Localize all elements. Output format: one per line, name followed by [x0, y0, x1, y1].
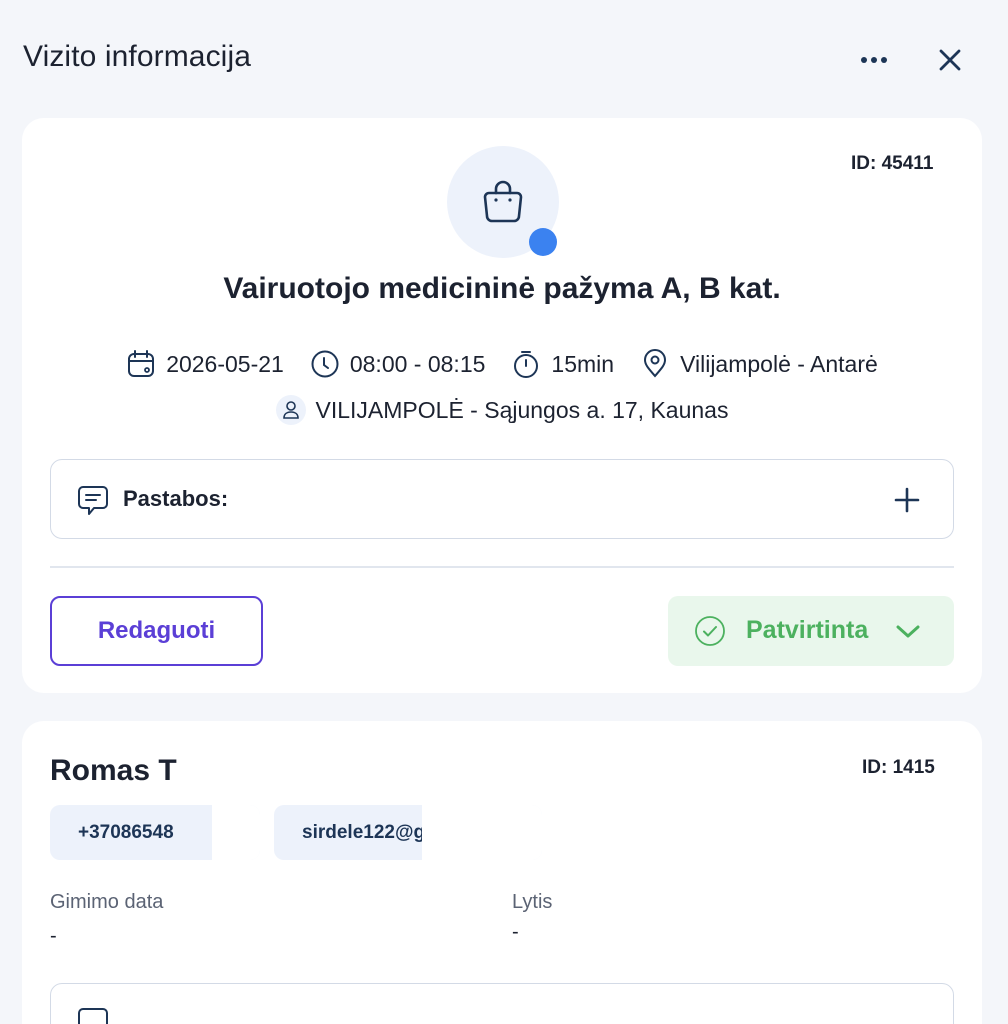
service-title: Vairuotojo medicininė pažyma A, B kat. [223, 272, 781, 305]
close-icon [939, 49, 961, 71]
user-icon [275, 395, 306, 425]
close-button[interactable] [930, 40, 970, 80]
status-dropdown[interactable]: Patvirtinta [668, 596, 954, 666]
edit-button[interactable]: Redaguoti [50, 596, 263, 666]
visit-location-text: Vilijampolė - Antarė [680, 350, 878, 377]
redaction-mask [212, 805, 260, 860]
client-email: sirdele122@g [302, 821, 426, 843]
client-name: Romas T [50, 754, 177, 787]
visit-specialist: VILIJAMPOLĖ - Sąjungos a. 17, Kaunas [275, 395, 729, 425]
visit-meta-row: 2026-05-21 08:00 - 08:15 15min Vilijampo… [22, 344, 982, 384]
calendar-icon [128, 350, 155, 377]
chevron-down-icon [896, 625, 920, 638]
client-id: ID: 1415 [862, 757, 935, 778]
visit-specialist-row: VILIJAMPOLĖ - Sąjungos a. 17, Kaunas [22, 390, 982, 430]
visit-duration: 15min [511, 349, 614, 379]
birth-date-label: Gimimo data [50, 891, 164, 913]
shopping-bag-icon [483, 180, 523, 223]
plus-icon [894, 487, 920, 513]
redaction-mask [422, 805, 542, 860]
visit-card: ID: 45411 Vairuotojo medicininė pažyma A… [22, 118, 982, 693]
more-horizontal-icon [861, 57, 887, 63]
client-notes-box [50, 983, 954, 1024]
visit-specialist-text: VILIJAMPOLĖ - Sąjungos a. 17, Kaunas [315, 396, 729, 423]
gender-label: Lytis [512, 891, 553, 913]
client-email-chip[interactable]: sirdele122@g [274, 805, 542, 860]
check-circle-icon [695, 616, 725, 646]
client-phone: +37086548 [78, 821, 174, 843]
add-note-button[interactable] [889, 482, 925, 518]
notes-label: Pastabos: [123, 486, 229, 511]
status-indicator-dot [529, 228, 557, 256]
visit-id: ID: 45411 [851, 153, 934, 174]
visit-time: 08:00 - 08:15 [310, 349, 486, 379]
panel-title: Vizito informacija [23, 40, 252, 73]
timer-icon [514, 351, 539, 378]
notes-box: Pastabos: [50, 459, 954, 539]
visit-location: Vilijampolė - Antarė [640, 349, 878, 379]
panel-header: Vizito informacija [0, 0, 1008, 118]
location-pin-icon [644, 349, 667, 378]
client-card: Romas T ID: 1415 +37086548 sirdele122@g … [22, 721, 982, 1024]
comment-icon [78, 1008, 108, 1024]
clock-icon [311, 350, 339, 378]
visit-duration-text: 15min [551, 350, 615, 377]
visit-date: 2026-05-21 [126, 349, 284, 379]
client-phone-chip[interactable]: +37086548 [50, 805, 260, 860]
more-options-button[interactable] [854, 42, 894, 78]
visit-time-text: 08:00 - 08:15 [349, 350, 486, 377]
status-label: Patvirtinta [746, 616, 869, 644]
comment-icon [78, 486, 108, 515]
visit-date-text: 2026-05-21 [166, 350, 284, 377]
birth-date-value: - [50, 925, 57, 947]
gender-value: - [512, 921, 519, 943]
divider [50, 566, 954, 568]
